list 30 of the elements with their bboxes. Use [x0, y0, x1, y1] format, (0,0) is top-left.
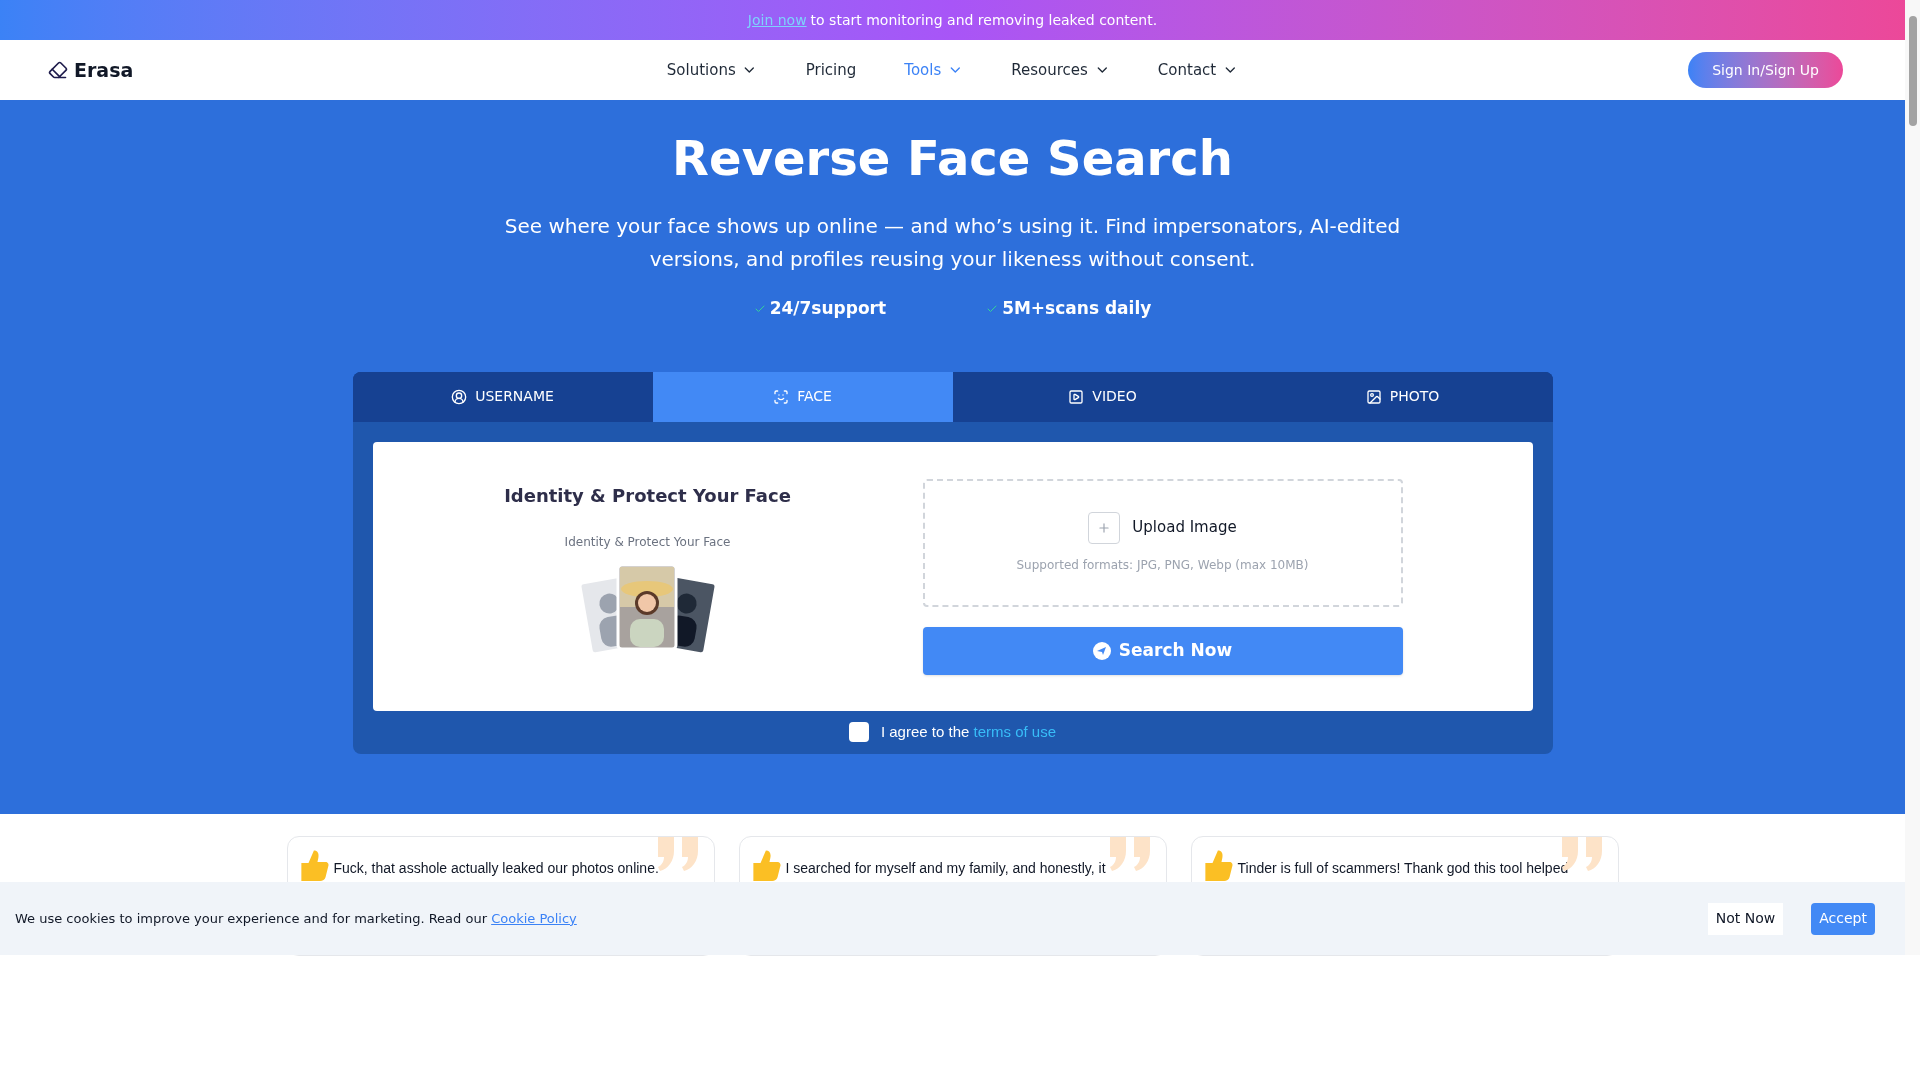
- feature-text: 24/7support: [769, 297, 887, 320]
- eraser-icon: [48, 60, 68, 80]
- sign-in-button[interactable]: Sign In/Sign Up: [1688, 52, 1843, 88]
- hero-subtitle: See where your face shows up online — and who’s using it. Find impersonators, AI-edited versions, and profiles reusing your likeness without consent.: [503, 213, 1402, 273]
- video-icon: [1068, 388, 1085, 405]
- card-title: Identity & Protect Your Face: [504, 483, 791, 508]
- upload-dropzone[interactable]: Upload Image Supported formats: JPG, PNG, Webp (max 10MB): [922, 478, 1403, 607]
- agree-checkbox[interactable]: [848, 722, 869, 742]
- hero-title: Reverse Face Search: [672, 129, 1233, 188]
- nav-item[interactable]: Contact: [1157, 58, 1239, 82]
- nav-item[interactable]: Resources: [1011, 58, 1110, 82]
- upload-label: Upload Image: [1132, 517, 1237, 539]
- user-icon: [451, 388, 468, 405]
- formats-text: Supported formats: JPG, PNG, Webp (max 10MB): [1016, 556, 1309, 574]
- nav-item[interactable]: Tools: [904, 58, 964, 82]
- plus-icon: [1088, 511, 1121, 544]
- nav-item[interactable]: Solutions: [666, 58, 758, 82]
- feature-text: 5M+scans daily: [1002, 297, 1152, 320]
- face-scan-icon: [773, 388, 790, 405]
- agree-text: I agree to the: [880, 722, 970, 740]
- send-icon: [1092, 641, 1111, 660]
- logo-text[interactable]: Erasa: [74, 55, 134, 85]
- banner-text: to start monitoring and removing leaked content.: [810, 10, 1158, 30]
- nav-item[interactable]: Pricing: [805, 58, 857, 82]
- testimonial-text: Fuck, that asshole actually leaked our photos online.: [333, 859, 659, 877]
- cookie-text: We use cookies to improve your experience and for marketing. Read our: [15, 910, 487, 926]
- card-caption: Identity & Protect Your Face: [564, 533, 731, 551]
- image-icon: [1365, 388, 1382, 405]
- testimonial-text: I searched for myself and my family, and honestly, it: [785, 859, 1106, 877]
- not-now-button[interactable]: Not Now: [1707, 902, 1784, 935]
